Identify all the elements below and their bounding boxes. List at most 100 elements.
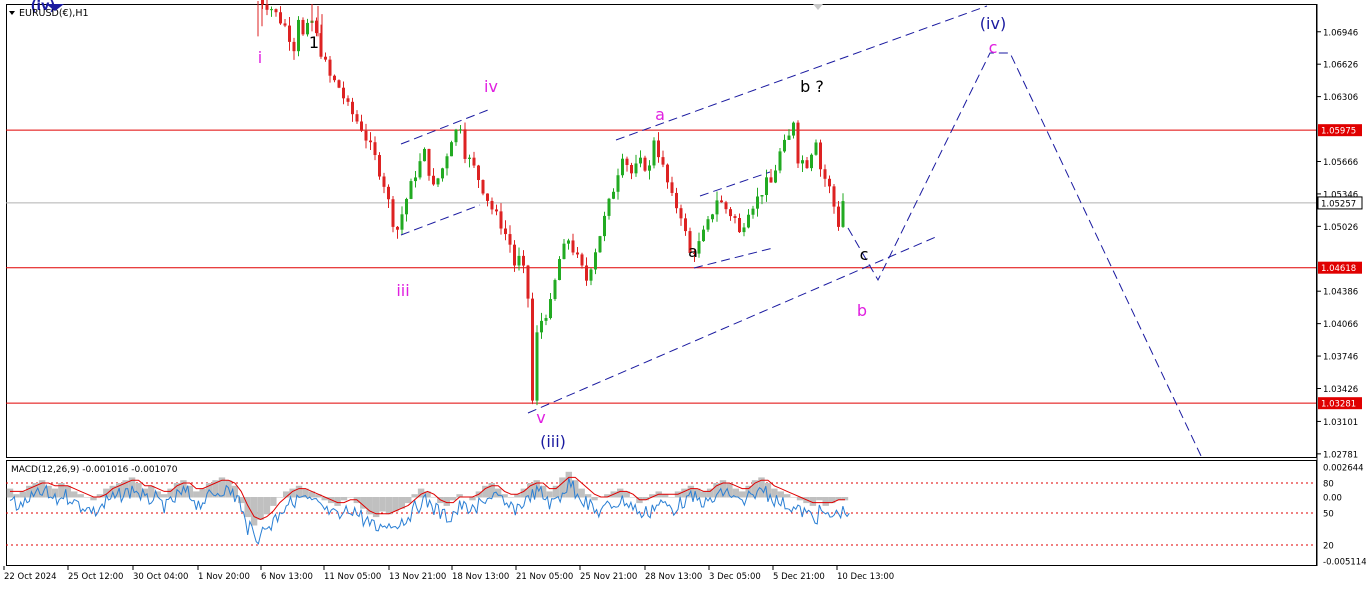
candle-body [738,218,741,233]
x-tick-label: 13 Nov 21:00 [389,572,446,582]
macd-y-tick-label: 0.002644 [1323,464,1364,474]
candle-body [585,265,588,281]
candle-body [765,177,768,196]
candle-body [783,139,786,152]
price-chart[interactable]: 1.05975 1.04618 1.03281 1.05257 (iv) i 1 iv iii… [0,0,1366,588]
candle-body [837,206,840,227]
candle-body [508,234,512,245]
macd-histogram-bar [629,497,637,498]
x-tick-label: 25 Oct 12:00 [68,572,123,582]
candle-body [261,0,264,5]
candle-body [414,177,417,182]
candle-body [616,175,620,192]
y-tick-label: 1.06946 [1323,28,1358,38]
candle-body [328,59,332,76]
macd-histogram-bar [739,491,746,498]
candle-body [571,240,575,253]
wave-label: c [860,245,869,264]
candle-body [630,164,633,174]
macd-histogram-bar [250,497,258,526]
macd-histogram-bar [199,488,206,498]
current-price-label: 1.05257 [1321,199,1356,209]
candle-body [603,215,606,237]
x-tick-label: 28 Nov 13:00 [645,572,702,582]
x-tick-label: 1 Nov 20:00 [198,572,250,582]
candle-body [621,158,624,176]
indicator-label: MACD(12,26,9) -0.001016 -0.001070 [11,465,178,475]
y-tick-label: 1.04386 [1323,288,1358,298]
macd-histogram-bar [783,494,791,498]
wave-label: iv [484,77,498,96]
candle-body [598,236,602,253]
candle-body [373,142,377,156]
macd-histogram-bar [591,497,598,501]
candle-body [540,320,543,333]
candle-body [589,269,593,281]
x-tick-label: 22 Oct 2024 [4,572,57,582]
x-tick-label: 21 Nov 05:00 [516,572,573,582]
candle-body [355,114,359,122]
candle-body [427,148,431,176]
candle-body [553,280,557,300]
candle-body [396,226,399,230]
x-tick-label: 18 Nov 13:00 [452,572,509,582]
x-tick-label: 25 Nov 21:00 [580,572,637,582]
candle-body [715,200,719,215]
wave-label: b [857,301,867,320]
candle-body [351,101,354,115]
macd-histogram-bar [385,497,393,515]
candle-body [369,140,372,143]
macd-histogram-bar [193,491,200,498]
candle-body [756,196,759,209]
candle-body [297,19,300,52]
candle-body [742,227,746,233]
y-tick-label: 1.06626 [1323,61,1358,71]
y-tick-label: 1.03426 [1323,385,1358,395]
y-tick-label: 1.05026 [1323,223,1358,233]
x-tick-label: 3 Dec 05:00 [709,572,761,582]
candle-body [346,98,350,102]
candle-body [526,265,530,299]
candle-body [405,198,408,215]
candle-body [504,228,507,235]
candle-body [549,299,552,319]
candle-body [333,75,336,81]
candle-body [634,163,638,174]
macd-histogram-bar [263,497,271,515]
candle-body [796,122,800,164]
candle-body [724,202,728,210]
macd-histogram-bar [449,497,457,501]
candle-body [648,165,651,171]
wave-label: a [655,105,665,124]
candle-body [652,140,656,166]
candle-body [787,135,791,140]
candle-body [288,25,291,42]
candle-body [720,200,723,203]
macd-histogram-bar [379,497,386,512]
candle-body [441,168,444,179]
macd-y-tick-label: -0.005114 [1323,558,1366,568]
candle-body [409,181,413,199]
macd-histogram-bar [340,497,348,501]
main-plot-frame [6,4,1317,458]
level-price-label: 1.04618 [1321,264,1356,274]
wave-label: iii [396,281,409,300]
y-tick-label: 1.05346 [1323,190,1358,200]
candle-body [513,244,516,266]
candle-body [468,157,471,159]
candle-body [472,157,476,166]
macd-histogram-bar [160,494,168,498]
candle-body [607,198,611,216]
macd-y-tick-label: 20 [1323,542,1334,552]
candle-body [792,122,795,136]
candle-body [445,156,449,169]
y-tick-label: 1.03101 [1323,418,1358,428]
candle-body [292,41,296,52]
candle-body [679,208,683,219]
candle-body [274,9,278,13]
candle-body [378,155,381,177]
macd-histogram-bar [392,497,399,512]
candle-body [360,121,363,131]
candle-body [337,80,341,88]
macd-histogram-bar [494,488,502,498]
